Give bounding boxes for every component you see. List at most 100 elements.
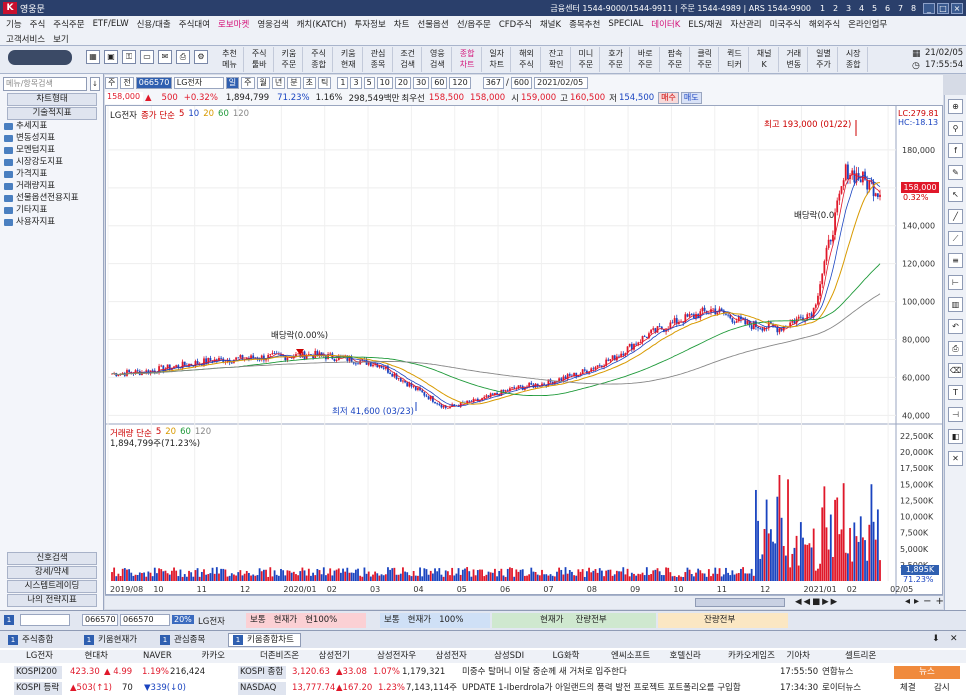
count-button[interactable]: 20 xyxy=(394,77,412,89)
text-icon[interactable]: T xyxy=(948,385,963,400)
toolbar-button[interactable]: 거래 변동 xyxy=(780,47,809,72)
cancel-order-strip[interactable]: 잔량전부 xyxy=(658,613,788,628)
window-num[interactable]: 7 xyxy=(895,3,906,14)
gear-icon[interactable]: ⚙ xyxy=(194,50,208,64)
system-trading-button[interactable]: 시스템트레이딩 xyxy=(7,580,97,593)
news-button[interactable]: 뉴스 xyxy=(894,666,960,679)
zoom-in-icon[interactable]: + xyxy=(935,596,943,607)
toolbar-button[interactable]: 미니 주문 xyxy=(572,47,601,72)
period-button[interactable]: 주 xyxy=(241,77,255,89)
order-code-input[interactable]: 066570 xyxy=(82,614,118,626)
window-num[interactable]: 3 xyxy=(843,3,854,14)
toolbar-button[interactable]: 일자 차트 xyxy=(483,47,512,72)
my-strategy-button[interactable]: 나의 전략지표 xyxy=(7,594,97,607)
chart-type-all[interactable]: 전 xyxy=(120,77,134,89)
stock-code-input[interactable]: 066570 xyxy=(135,77,172,89)
favorite-stock[interactable]: 카카오 xyxy=(202,650,225,663)
favorite-stock[interactable]: 삼성전자우 xyxy=(377,650,416,663)
zoom-icon[interactable]: ⚲ xyxy=(948,121,963,136)
minimize-button[interactable]: _ xyxy=(923,2,935,14)
indicator-tree-item[interactable]: 사용자지표 xyxy=(4,216,100,228)
count-button[interactable]: 30 xyxy=(413,77,430,89)
indicator-tree-item[interactable]: 시장강도지표 xyxy=(4,156,100,168)
chart-type-button[interactable]: 차트형태 xyxy=(7,93,97,106)
toolbar-button[interactable]: 일별 주가 xyxy=(810,47,838,72)
undo-icon[interactable]: ↶ xyxy=(948,319,963,334)
indicator-tree-item[interactable]: 추세지표 xyxy=(4,120,100,132)
fib-icon[interactable]: ≡ xyxy=(948,253,963,268)
menu-item[interactable]: 주식대여 xyxy=(179,18,210,30)
count-button[interactable]: 60 xyxy=(431,77,448,89)
favorite-stock[interactable]: 카카오게임즈 xyxy=(728,650,775,663)
window-num[interactable]: 2 xyxy=(830,3,841,14)
chart-icon[interactable]: ▦ xyxy=(86,50,100,64)
next-icon[interactable]: ▶ xyxy=(822,597,829,607)
tab-watchlist[interactable]: 1 관심종목 xyxy=(156,633,205,647)
favorite-stock[interactable]: LG화학 xyxy=(553,650,580,663)
window-num[interactable]: 1 xyxy=(817,3,828,14)
menu-item[interactable]: ETF/ELW xyxy=(93,19,129,29)
toolbar-button[interactable]: 해외 주식 xyxy=(513,47,541,72)
favorite-stock[interactable]: 셀트리온 xyxy=(845,650,876,663)
favorite-stock[interactable]: 호텔신라 xyxy=(670,650,701,663)
buy-button[interactable]: 매수 xyxy=(658,92,679,104)
favorite-stock[interactable]: NAVER xyxy=(143,650,172,663)
mail-icon[interactable]: ✉ xyxy=(158,50,172,64)
news-headline-2[interactable]: UPDATE 1-Iberdrola가 아일랜드의 풍력 발전 프로젝트 포트폴… xyxy=(462,682,741,695)
menu-item[interactable]: 캐치(KATCH) xyxy=(297,18,347,30)
news-headline-1[interactable]: 미중수 탈머니 이달 중순께 새 거처로 입주한다 xyxy=(462,666,627,679)
toolbar-button[interactable]: 클릭 주문 xyxy=(691,47,720,72)
menu-item[interactable]: 투자정보 xyxy=(354,18,385,30)
search-icon[interactable]: ↓ xyxy=(90,77,100,91)
trend-icon[interactable]: ⟋ xyxy=(948,231,963,246)
chart-date-input[interactable]: 2021/02/05 xyxy=(534,77,589,89)
period-button[interactable]: 월 xyxy=(256,77,270,89)
toolbar-button[interactable]: 종합 차트 xyxy=(454,47,482,72)
print-icon[interactable]: ⎙ xyxy=(176,50,190,64)
favorite-stock[interactable]: 엔씨소프트 xyxy=(611,650,650,663)
save-icon[interactable]: ▣ xyxy=(104,50,118,64)
f00-icon[interactable]: f xyxy=(948,143,963,158)
price-chart-svg[interactable]: 40,000 60,000 80,000 100,000 120,000 140,000 1… xyxy=(106,106,942,594)
toolbar-button[interactable]: 퀵드 티커 xyxy=(721,47,749,72)
favorite-stock[interactable]: 더존비즈온 xyxy=(260,650,299,663)
close-button[interactable]: × xyxy=(951,2,963,14)
window-num[interactable]: 4 xyxy=(856,3,867,14)
menu-item[interactable]: 미국주식 xyxy=(770,18,801,30)
scroll-right-icon[interactable]: ▸ xyxy=(914,596,919,607)
eraser-icon[interactable]: ⌫ xyxy=(948,363,963,378)
scroll-left-icon[interactable]: ◂ xyxy=(905,596,910,607)
toolbar-button[interactable]: 조건 검색 xyxy=(394,47,423,72)
menu-item[interactable]: 영웅검색 xyxy=(257,18,288,30)
menu-item[interactable]: 주식주문 xyxy=(53,18,84,30)
period-button[interactable]: 일 xyxy=(225,77,240,89)
indicator-tree-item[interactable]: 모멘텀지표 xyxy=(4,144,100,156)
window-num[interactable]: 6 xyxy=(882,3,893,14)
count-button[interactable]: 1 xyxy=(337,77,349,89)
sell-button[interactable]: 매도 xyxy=(680,92,702,104)
menu-item[interactable]: 채널K xyxy=(540,18,561,30)
indicator-tree-item[interactable]: 기타지표 xyxy=(4,204,100,216)
favorite-stock[interactable]: 삼성전기 xyxy=(319,650,350,663)
menu-item[interactable]: 자산관리 xyxy=(730,18,761,30)
menu-item[interactable]: 데이터K xyxy=(651,18,680,30)
menu-item[interactable]: 차트 xyxy=(394,18,410,30)
stop-icon[interactable]: ■ xyxy=(812,597,820,607)
chart-scrollbar[interactable]: ◀ ◀ ■ ▶ ▶ ◂ ▸ − + xyxy=(105,595,944,609)
favorite-stock[interactable]: 삼성SDI xyxy=(494,650,524,663)
toolbar-button[interactable]: 팝속 주문 xyxy=(662,47,690,72)
window-num[interactable]: 5 xyxy=(869,3,880,14)
buy-order-strip[interactable]: 보통 현재가 현100% xyxy=(246,613,366,628)
cursor-icon[interactable]: ↖ xyxy=(948,187,963,202)
trade-button[interactable]: 체결 xyxy=(900,682,916,695)
menu-item[interactable]: SPECIAL xyxy=(608,19,643,29)
account-input[interactable] xyxy=(20,614,70,626)
favorite-stock[interactable]: LG전자 xyxy=(26,650,53,663)
toolbar-button[interactable]: 키움 주문 xyxy=(275,47,304,72)
toolbar-button[interactable]: 키움 현재 xyxy=(335,47,363,72)
stock-name-field[interactable]: LG전자 xyxy=(173,77,224,89)
period-button[interactable]: 분 xyxy=(287,77,301,89)
menu-item[interactable]: ELS/채권 xyxy=(688,18,722,30)
toolbar-button[interactable]: 영웅 검색 xyxy=(424,47,452,72)
last-icon[interactable]: ▶ xyxy=(831,597,838,607)
